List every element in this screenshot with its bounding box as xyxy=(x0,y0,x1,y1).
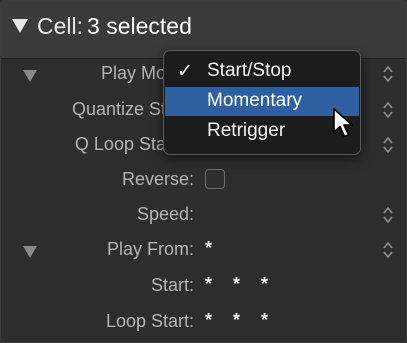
reverse-label: Reverse: xyxy=(121,169,194,189)
loop-start-value[interactable]: * * * xyxy=(205,310,276,331)
start-value[interactable]: * * * xyxy=(205,274,276,295)
q-loop-start-stepper-icon[interactable] xyxy=(383,136,393,154)
speed-label: Speed: xyxy=(136,204,194,224)
start-label: Start: xyxy=(150,275,194,295)
disclosure-triangle-expanded-icon[interactable] xyxy=(12,19,28,33)
mouse-pointer-icon xyxy=(332,107,358,141)
header-title: Cell: 3 selected xyxy=(37,13,192,40)
play-from-value[interactable]: * xyxy=(205,238,220,259)
header-label: Cell: xyxy=(37,13,84,39)
reverse-checkbox[interactable] xyxy=(205,169,225,189)
play-mode-disclosure-icon[interactable] xyxy=(23,70,37,82)
play-from-disclosure-icon[interactable] xyxy=(23,246,37,258)
play-mode-label: Play Mo xyxy=(100,63,166,83)
speed-row[interactable]: Speed: xyxy=(1,198,406,232)
speed-stepper-icon[interactable] xyxy=(383,206,393,224)
play-from-label: Play From: xyxy=(106,239,194,259)
loop-start-label: Loop Start: xyxy=(105,311,194,331)
menu-item-label: Start/Stop xyxy=(207,60,292,81)
menu-item-momentary[interactable]: Momentary xyxy=(165,87,359,116)
menu-item-retrigger[interactable]: Retrigger xyxy=(165,117,359,146)
header-selection-count: 3 selected xyxy=(87,13,192,39)
play-mode-stepper-icon[interactable] xyxy=(383,65,393,83)
menu-item-start-stop[interactable]: ✓ Start/Stop xyxy=(165,57,359,86)
menu-item-label: Retrigger xyxy=(207,120,286,141)
play-from-stepper-icon[interactable] xyxy=(383,241,393,259)
quantize-start-label: Quantize St xyxy=(71,99,166,119)
loop-start-row: Loop Start: * * * xyxy=(1,305,406,339)
start-row: Start: * * * xyxy=(1,269,406,303)
quantize-start-stepper-icon[interactable] xyxy=(383,101,393,119)
q-loop-start-label: Q Loop Sta xyxy=(74,134,166,154)
play-from-row[interactable]: Play From: * xyxy=(1,233,406,267)
checkmark-icon: ✓ xyxy=(177,61,193,82)
menu-item-label: Momentary xyxy=(207,90,303,111)
cell-inspector-panel: Cell: 3 selected Play Mo Quantize St Q Lo… xyxy=(0,0,407,343)
reverse-row: Reverse: xyxy=(1,163,406,197)
